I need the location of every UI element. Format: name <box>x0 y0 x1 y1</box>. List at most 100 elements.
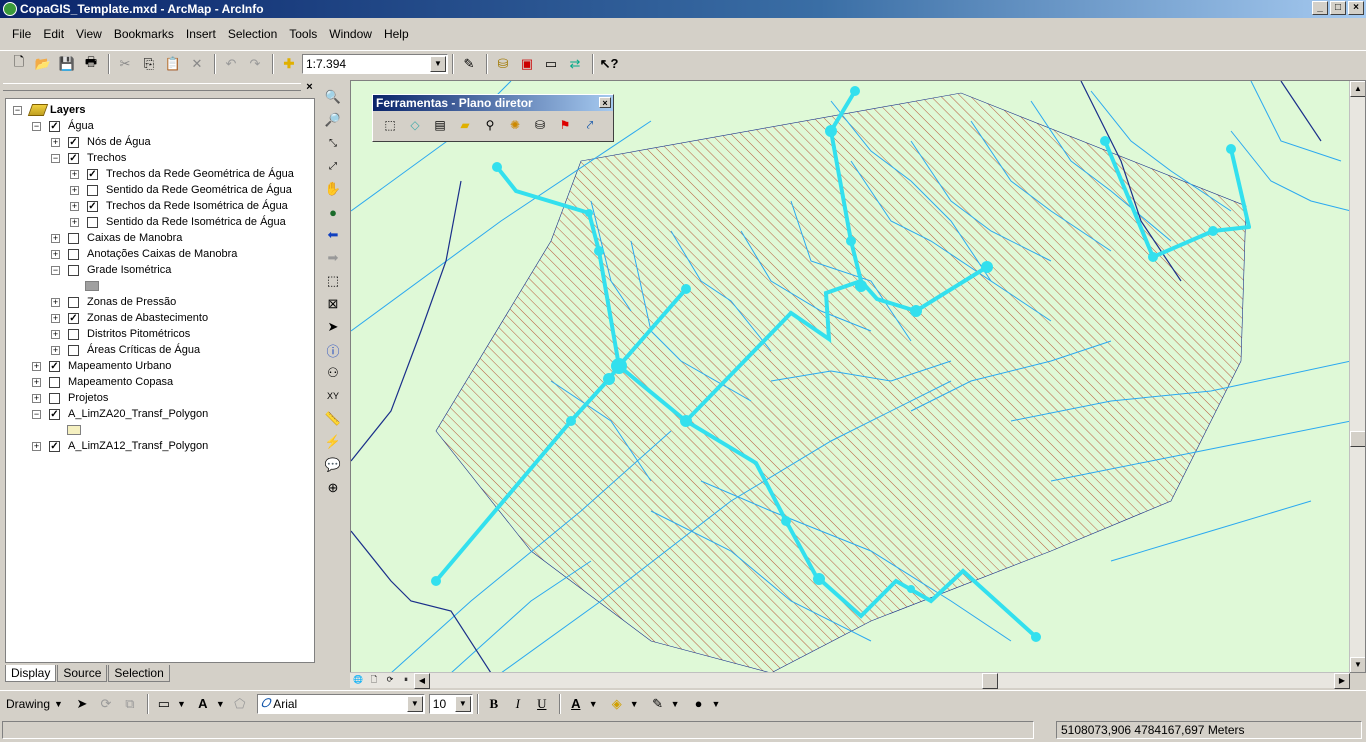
expand-icon[interactable]: + <box>70 201 79 211</box>
new-document-icon[interactable]: 🗋 <box>8 53 30 75</box>
select-elements-arrow-icon[interactable]: ➤ <box>322 316 344 338</box>
cut-icon[interactable]: ✂ <box>114 53 136 75</box>
drawing-menu[interactable]: Drawing <box>6 697 50 711</box>
editor-toolbar-icon[interactable]: ✎ <box>458 53 480 75</box>
floating-toolbar-title[interactable]: Ferramentas - Plano diretor × <box>373 95 613 111</box>
add-data-icon[interactable]: ✚ <box>278 53 300 75</box>
edit-vertices-icon[interactable]: ⬠ <box>229 693 251 715</box>
clear-selection-icon[interactable]: ⊠ <box>322 293 344 315</box>
toc-layer-row[interactable]: + Caixas de Manobra <box>51 230 182 246</box>
html-popup-icon[interactable]: 💬 <box>322 454 344 476</box>
command-line-icon[interactable]: ▭ <box>540 53 562 75</box>
fill-color-icon[interactable]: ◈ <box>606 693 628 715</box>
layer-visibility-checkbox[interactable]: ✓ <box>87 168 98 180</box>
menu-bookmarks[interactable]: Bookmarks <box>108 27 180 41</box>
fixed-zoom-out-icon[interactable]: ⤢ <box>322 155 344 177</box>
fixed-zoom-in-icon[interactable]: ⤡ <box>322 132 344 154</box>
expand-icon[interactable]: + <box>32 393 41 403</box>
database-icon[interactable]: ⛁ <box>529 115 551 135</box>
flag-icon[interactable]: ⚑ <box>554 115 576 135</box>
paste-icon[interactable]: 📋 <box>162 53 184 75</box>
menu-file[interactable]: File <box>6 27 37 41</box>
rotate-icon[interactable]: ⟳ <box>95 693 117 715</box>
expand-icon[interactable]: + <box>70 185 79 195</box>
menu-help[interactable]: Help <box>378 27 415 41</box>
forward-arrow-icon[interactable]: ➡ <box>322 247 344 269</box>
select-features-icon[interactable]: ⬚ <box>322 270 344 292</box>
toc-close-icon[interactable]: × <box>303 82 316 94</box>
map-canvas[interactable] <box>351 81 1352 673</box>
expand-icon[interactable]: + <box>51 249 60 259</box>
chevron-down-icon[interactable]: ▼ <box>216 699 225 709</box>
layer-visibility-checkbox[interactable] <box>68 248 79 260</box>
layout-view-icon[interactable]: 🗋 <box>366 673 382 689</box>
menu-view[interactable]: View <box>70 27 108 41</box>
table-icon[interactable]: ▤ <box>429 115 451 135</box>
select-area-icon[interactable]: ⬚ <box>379 115 401 135</box>
toc-dock-handle[interactable] <box>3 83 301 91</box>
line-color-icon[interactable]: ✎ <box>647 693 669 715</box>
toc-layer-row[interactable]: + ✓ Nós de Água <box>51 134 151 150</box>
toc-layer-row[interactable]: + Zonas de Pressão <box>51 294 176 310</box>
toc-layer-row[interactable]: − ✓ A_LimZA20_Transf_Polygon <box>32 406 208 422</box>
data-view-icon[interactable]: 🌐 <box>350 673 366 689</box>
expand-icon[interactable]: + <box>51 297 60 307</box>
scroll-thumb[interactable] <box>1350 431 1365 447</box>
menu-edit[interactable]: Edit <box>37 27 70 41</box>
expand-icon[interactable]: + <box>70 217 79 227</box>
bold-button[interactable]: B <box>483 693 505 715</box>
map-horizontal-scrollbar[interactable]: 🌐 🗋 ⟳ ⏸ ◀ ▶ <box>350 672 1350 689</box>
layer-visibility-checkbox[interactable] <box>87 216 98 228</box>
viewer-window-icon[interactable]: ⊕ <box>322 477 344 499</box>
modelbuilder-icon[interactable]: ⇄ <box>564 53 586 75</box>
pan-hand-icon[interactable]: ✋ <box>322 178 344 200</box>
chevron-down-icon[interactable]: ▼ <box>54 699 63 709</box>
tab-source[interactable]: Source <box>57 665 108 682</box>
close-window-button[interactable]: × <box>1348 1 1364 15</box>
layer-visibility-checkbox[interactable] <box>68 296 79 308</box>
menu-window[interactable]: Window <box>323 27 378 41</box>
chevron-down-icon[interactable]: ▼ <box>177 699 186 709</box>
measure-icon[interactable]: 📏 <box>322 408 344 430</box>
expand-icon[interactable]: + <box>51 329 60 339</box>
chevron-down-icon[interactable]: ▼ <box>630 699 639 709</box>
go-to-xy-icon[interactable]: XY <box>322 385 344 407</box>
expand-icon[interactable]: + <box>51 313 60 323</box>
find-binoculars-icon[interactable]: ⚇ <box>322 362 344 384</box>
chevron-down-icon[interactable]: ▼ <box>406 695 423 712</box>
toc-layer-row[interactable]: + ✓ Trechos da Rede Geométrica de Água <box>70 166 294 182</box>
undo-icon[interactable]: ↶ <box>220 53 242 75</box>
scroll-right-icon[interactable]: ▶ <box>1334 672 1350 689</box>
menu-tools[interactable]: Tools <box>283 27 323 41</box>
layer-visibility-checkbox[interactable]: ✓ <box>68 312 79 324</box>
tab-display[interactable]: Display <box>5 665 57 682</box>
layer-visibility-checkbox[interactable]: ✓ <box>68 152 79 164</box>
zoom-to-elements-icon[interactable]: ⧉ <box>119 693 141 715</box>
back-arrow-icon[interactable]: ⬅ <box>322 224 344 246</box>
layer-visibility-checkbox[interactable]: ✓ <box>87 200 98 212</box>
arctoolbox-icon[interactable]: ▣ <box>516 53 538 75</box>
toc-layer-row[interactable]: + Áreas Críticas de Água <box>51 342 200 358</box>
scroll-up-icon[interactable]: ▲ <box>1350 81 1365 97</box>
rectangle-tool-icon[interactable]: ▭ <box>153 693 175 715</box>
toc-layer-row[interactable]: + Sentido da Rede Geométrica de Água <box>70 182 292 198</box>
add-point-icon[interactable]: ◇ <box>404 115 426 135</box>
collapse-icon[interactable]: − <box>51 153 60 163</box>
scroll-thumb-horizontal[interactable] <box>982 672 998 689</box>
collapse-icon[interactable]: − <box>32 121 41 131</box>
hyperlink-icon[interactable]: ⚡ <box>322 431 344 453</box>
expand-icon[interactable]: + <box>51 233 60 243</box>
layer-visibility-checkbox[interactable]: ✓ <box>49 120 60 132</box>
save-icon[interactable]: 💾 <box>56 53 78 75</box>
chevron-down-icon[interactable]: ▼ <box>712 699 721 709</box>
expand-icon[interactable]: + <box>70 169 79 179</box>
chevron-down-icon[interactable]: ▼ <box>454 695 471 712</box>
layer-visibility-checkbox[interactable]: ✓ <box>49 360 60 372</box>
font-color-icon[interactable]: A <box>565 693 587 715</box>
full-extent-globe-icon[interactable]: ● <box>322 201 344 223</box>
expand-icon[interactable]: + <box>32 441 41 451</box>
delete-icon[interactable]: ✕ <box>186 53 208 75</box>
identify-icon[interactable]: ⓘ <box>322 339 344 361</box>
expand-icon[interactable]: + <box>51 345 60 355</box>
toc-layer-row[interactable]: − ✓ Trechos <box>51 150 126 166</box>
